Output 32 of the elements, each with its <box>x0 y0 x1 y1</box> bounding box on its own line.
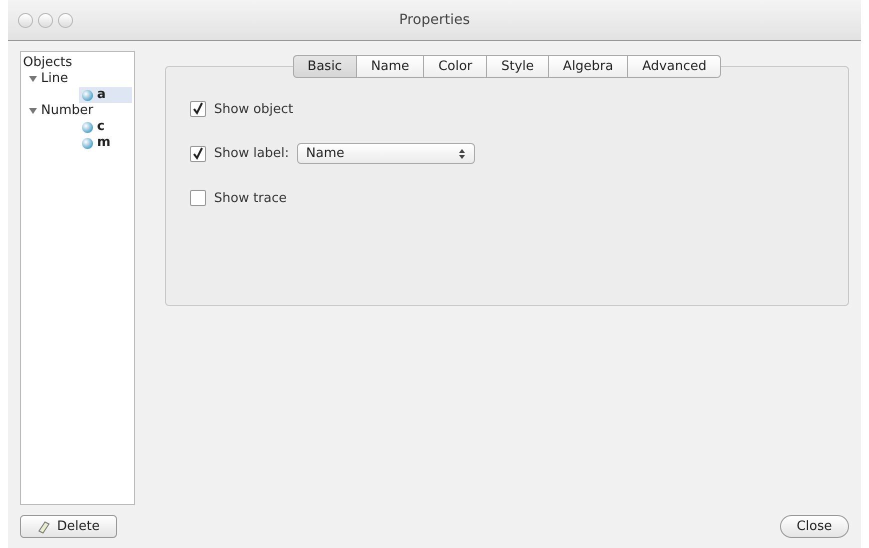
tab[interactable]: Name <box>356 55 424 78</box>
tree-group[interactable]: Line <box>23 71 132 87</box>
tab[interactable]: Algebra <box>548 55 628 78</box>
sphere-icon <box>82 122 93 132</box>
tab[interactable]: Basic <box>292 55 357 78</box>
tab[interactable]: Color <box>424 55 488 78</box>
sphere-icon <box>82 90 93 100</box>
delete-button[interactable]: Delete <box>20 515 117 538</box>
tree-item[interactable]: c <box>79 119 132 135</box>
checkbox-label: Show label: <box>214 146 290 161</box>
expanded-triangle-icon <box>29 75 37 83</box>
tab[interactable]: Advanced <box>628 55 722 78</box>
tree-group[interactable]: Number <box>23 103 132 119</box>
tree-heading: Objects <box>23 55 74 71</box>
eraser-icon <box>37 520 51 534</box>
window-title: Properties <box>399 12 470 28</box>
stepper-arrows-icon <box>458 148 466 160</box>
sphere-icon <box>82 138 93 148</box>
window-button[interactable] <box>18 12 33 28</box>
checkbox[interactable] <box>190 190 206 206</box>
tree-item[interactable]: m <box>79 135 132 151</box>
window-button[interactable] <box>38 12 53 28</box>
checkbox-label: Show trace <box>214 190 287 206</box>
checkbox-label: Show object <box>214 102 294 116</box>
checkbox[interactable] <box>190 146 206 162</box>
tree-item[interactable]: a <box>79 87 132 103</box>
label-dropdown[interactable]: Name <box>297 143 476 164</box>
tab[interactable]: Style <box>487 55 549 78</box>
close-button[interactable]: Close <box>780 515 849 538</box>
expanded-triangle-icon <box>29 107 37 115</box>
checkbox[interactable] <box>190 101 206 117</box>
window-button[interactable] <box>58 12 73 28</box>
